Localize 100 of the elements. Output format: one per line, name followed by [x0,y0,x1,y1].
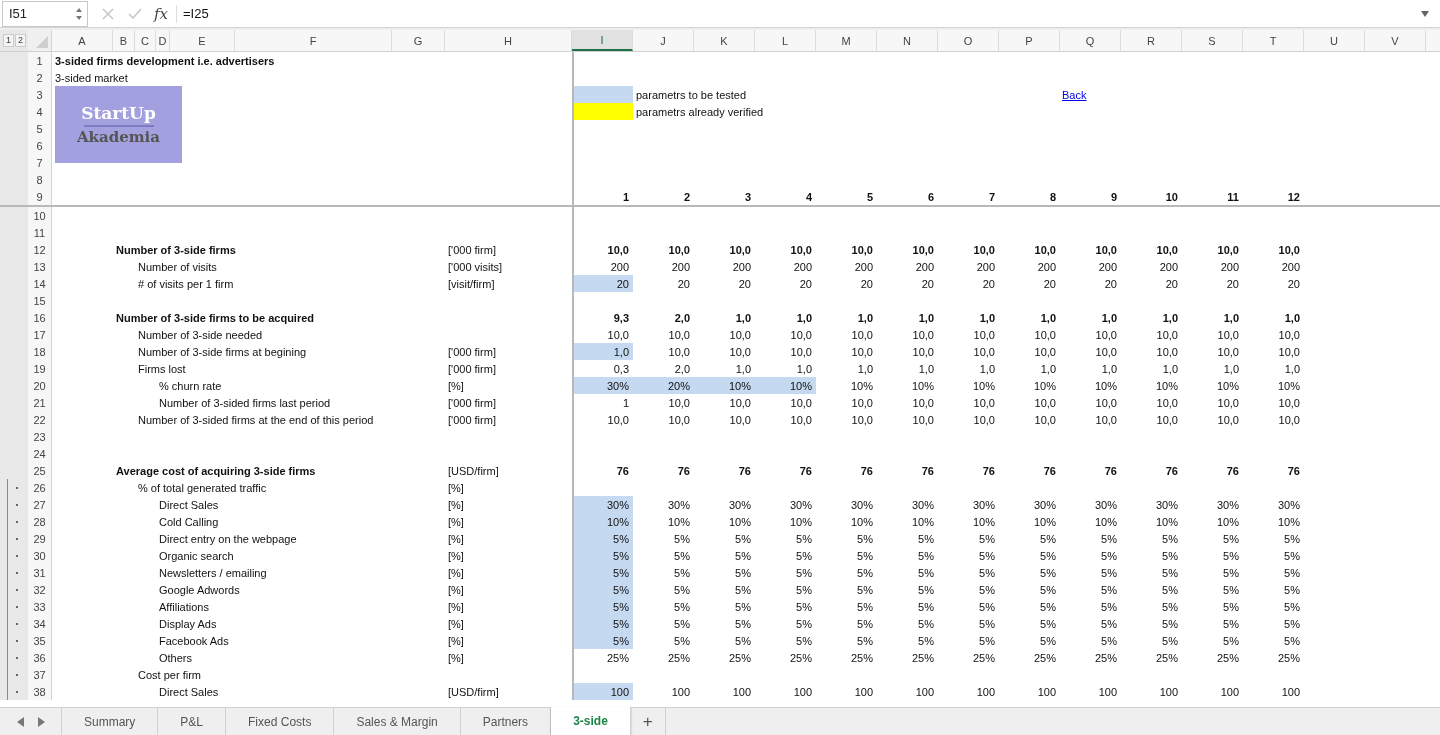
value-cell-text: 10,0 [1216,412,1240,428]
formula-field[interactable]: =I25 [183,6,1420,21]
outline-level-button[interactable]: 2 [15,34,27,47]
column-header[interactable]: D [156,30,170,51]
outline-level-button[interactable]: 1 [3,34,14,47]
value-cell-text: 10,0 [1216,327,1240,343]
row-header[interactable]: 31 [28,564,52,581]
value-cell-text: 5% [856,582,874,598]
value-cell-text: 20 [859,276,874,292]
row-header[interactable]: 9 [28,188,52,205]
function-label[interactable]: fx [154,4,177,23]
row-header[interactable]: 13 [28,258,52,275]
sheet-tab[interactable]: Summary [62,708,159,735]
row-header[interactable]: 26 [28,479,52,496]
next-sheet-icon[interactable] [36,716,45,727]
value-cell-text: 10,0 [1216,395,1240,411]
value-cell-text: 6 [926,189,935,205]
row-header[interactable]: 4 [28,103,52,120]
row-header[interactable]: 22 [28,411,52,428]
value-cell-text: 76 [981,463,996,479]
sheet-tab[interactable]: 3-side [551,707,631,735]
row-header[interactable]: 23 [28,428,52,445]
value-cell-text: 1,0 [917,310,935,326]
row-header[interactable]: 19 [28,360,52,377]
row-header[interactable]: 33 [28,598,52,615]
row-header[interactable]: 14 [28,275,52,292]
column-header[interactable]: I [572,30,633,51]
previous-sheet-icon[interactable] [16,716,25,727]
value-cell-text: 3 [743,189,752,205]
value-cell-text: 5% [1222,616,1240,632]
caret-icon[interactable] [1420,9,1430,18]
row-header[interactable]: 6 [28,137,52,154]
row-header[interactable]: 18 [28,343,52,360]
row-label: Number of 3-side needed [137,327,263,343]
value-cell-text: 20 [1164,276,1179,292]
value-cell-text: 10% [910,378,935,394]
row-header[interactable]: 17 [28,326,52,343]
value-cell-text: 1,0 [1039,361,1057,377]
row-header[interactable]: 16 [28,309,52,326]
row-header[interactable]: 35 [28,632,52,649]
row-header[interactable]: 1 [28,52,52,69]
value-cell-text: 10,0 [1277,412,1301,428]
value-cell-text: 10 [1164,189,1179,205]
row-header[interactable]: 30 [28,547,52,564]
value-cell-text: 10,0 [972,395,996,411]
row-header[interactable]: 24 [28,445,52,462]
value-cell-text: 5% [1283,548,1301,564]
value-cell-text: 5% [795,531,813,547]
value-cell-text: 5% [1283,531,1301,547]
sheet-tab[interactable]: P&L [158,708,227,735]
value-cell-text: 10,0 [1094,395,1118,411]
value-cell-text: 200 [1036,259,1057,275]
sheet-tab[interactable]: Sales & Margin [334,708,461,735]
value-cell-text: 5% [1283,616,1301,632]
row-header[interactable]: 7 [28,154,52,171]
value-cell-text: 10% [1032,378,1057,394]
value-cell-text: 76 [920,463,935,479]
row-header[interactable]: 12 [28,241,52,258]
row-header[interactable]: 34 [28,615,52,632]
value-cell: 5% [574,530,633,547]
row-header[interactable]: 29 [28,530,52,547]
row-header[interactable]: 11 [28,224,52,241]
value-cell-text: 25% [910,650,935,666]
spinner-icon[interactable] [75,6,83,21]
row-header[interactable]: 32 [28,581,52,598]
row-header[interactable]: 20 [28,377,52,394]
value-cell-text: 25% [605,650,630,666]
name-box[interactable]: I51 [2,0,88,27]
value-cell-text: 10% [971,378,996,394]
row-header[interactable]: 3 [28,86,52,103]
value-cell-text: 10,0 [1155,242,1179,258]
value-cell-text: 10,0 [1155,327,1179,343]
row-header[interactable]: 25 [28,462,52,479]
sheet-tab[interactable]: Fixed Costs [226,708,335,735]
row-header[interactable]: 36 [28,649,52,666]
row-header[interactable]: 2 [28,69,52,86]
row-header[interactable]: 15 [28,292,52,309]
value-cell-text: 10,0 [972,242,996,258]
value-cell-text: 10,0 [1033,242,1057,258]
row-header[interactable]: 8 [28,171,52,188]
value-cell-text: 5% [978,599,996,615]
row-header[interactable]: 27 [28,496,52,513]
row-header[interactable]: 28 [28,513,52,530]
back-link[interactable]: Back [1060,86,1087,103]
value-cell-text: 4 [804,189,813,205]
value-cell-text: 10,0 [667,242,691,258]
value-cell-text: 5% [1283,599,1301,615]
value-cell-text: 5% [917,565,935,581]
row-header[interactable]: 21 [28,394,52,411]
row-header[interactable]: 37 [28,666,52,683]
row-header[interactable]: 38 [28,683,52,700]
value-cell-text: 5% [917,599,935,615]
add-sheet-button[interactable]: + [630,708,666,735]
value-cell-text: 5% [673,531,691,547]
row-header[interactable]: 5 [28,120,52,137]
unit-label: ['000 visits] [447,259,503,275]
value-cell-text: 5% [1161,531,1179,547]
value-cell-text: 10,0 [850,327,874,343]
value-cell-text: 10% [849,514,874,530]
row-header[interactable]: 10 [28,207,52,224]
